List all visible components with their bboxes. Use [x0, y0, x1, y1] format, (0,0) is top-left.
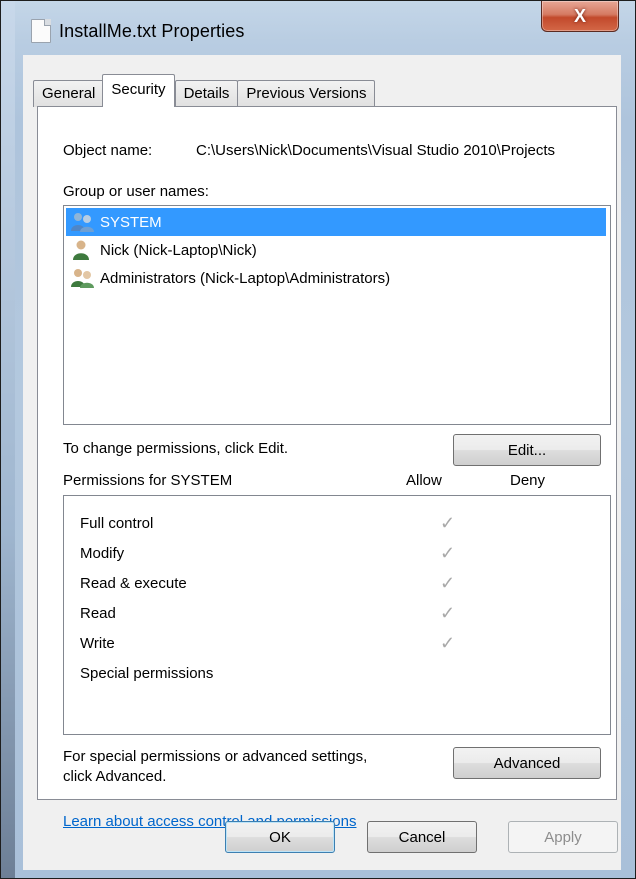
- change-permissions-text: To change permissions, click Edit.: [63, 440, 289, 457]
- permission-name: Special permissions: [80, 664, 214, 682]
- permissions-header: Permissions for SYSTEM: [63, 472, 233, 489]
- tab-strip: General Security Details Previous Versio…: [33, 74, 376, 107]
- close-button[interactable]: X: [541, 1, 619, 32]
- special-permissions-text-line1: For special permissions or advanced sett…: [63, 748, 368, 765]
- tab-details[interactable]: Details: [174, 80, 239, 107]
- permissions-list: Full control ✓ Modify ✓ Read & execute ✓…: [63, 495, 611, 735]
- group-user-list[interactable]: SYSTEM Nick (Nick-Laptop\Nick) Administr…: [63, 205, 611, 425]
- permission-name: Write: [80, 634, 115, 652]
- permission-name: Read: [80, 604, 116, 622]
- permission-row: Modify ✓: [80, 538, 600, 568]
- text-file-icon: [31, 19, 51, 43]
- list-item-label: Nick (Nick-Laptop\Nick): [100, 241, 257, 259]
- allow-check-icon: ✓: [440, 542, 456, 563]
- deny-column-header: Deny: [510, 472, 546, 489]
- allow-check-icon: ✓: [440, 572, 456, 593]
- tab-security[interactable]: Security: [102, 74, 175, 107]
- user-group-icon: [70, 267, 96, 289]
- user-group-icon: [70, 211, 96, 233]
- list-item-nick[interactable]: Nick (Nick-Laptop\Nick): [66, 236, 606, 264]
- properties-window: InstallMe.txt Properties X General Secur…: [0, 0, 636, 879]
- object-name-label: Object name:: [63, 142, 153, 159]
- permission-name: Modify: [80, 544, 125, 562]
- permission-row: Write ✓: [80, 628, 600, 658]
- permission-row: Read & execute ✓: [80, 568, 600, 598]
- allow-check-icon: ✓: [440, 512, 456, 533]
- permission-name: Read & execute: [80, 574, 187, 592]
- cancel-button[interactable]: Cancel: [367, 821, 477, 853]
- list-item-administrators[interactable]: Administrators (Nick-Laptop\Administrato…: [66, 264, 606, 292]
- edit-button[interactable]: Edit...: [453, 434, 601, 466]
- special-permissions-text-line2: click Advanced.: [63, 768, 167, 785]
- list-item-label: Administrators (Nick-Laptop\Administrato…: [100, 269, 391, 287]
- security-tab-panel: Object name: C:\Users\Nick\Documents\Vis…: [37, 106, 617, 830]
- allow-check-icon: ✓: [440, 602, 456, 623]
- title-bar[interactable]: InstallMe.txt Properties X: [15, 1, 635, 55]
- dialog-client-area: General Security Details Previous Versio…: [23, 55, 621, 870]
- allow-check-icon: ✓: [440, 632, 456, 653]
- advanced-button[interactable]: Advanced: [453, 747, 601, 779]
- ok-button[interactable]: OK: [225, 821, 335, 853]
- group-or-user-names-label: Group or user names:: [63, 183, 209, 200]
- window-title: InstallMe.txt Properties: [59, 21, 245, 41]
- allow-column-header: Allow: [406, 472, 442, 489]
- list-item-label: SYSTEM: [100, 213, 162, 231]
- object-name-value: C:\Users\Nick\Documents\Visual Studio 20…: [196, 142, 556, 159]
- permission-name: Full control: [80, 514, 154, 532]
- permission-row: Read ✓: [80, 598, 600, 628]
- tab-general[interactable]: General: [33, 80, 105, 107]
- permission-row: Special permissions: [80, 658, 600, 688]
- user-icon: [70, 239, 96, 261]
- tab-previous-versions[interactable]: Previous Versions: [237, 80, 376, 107]
- list-item-system[interactable]: SYSTEM: [66, 208, 606, 236]
- apply-button[interactable]: Apply: [508, 821, 618, 853]
- permission-row: Full control ✓: [80, 508, 600, 538]
